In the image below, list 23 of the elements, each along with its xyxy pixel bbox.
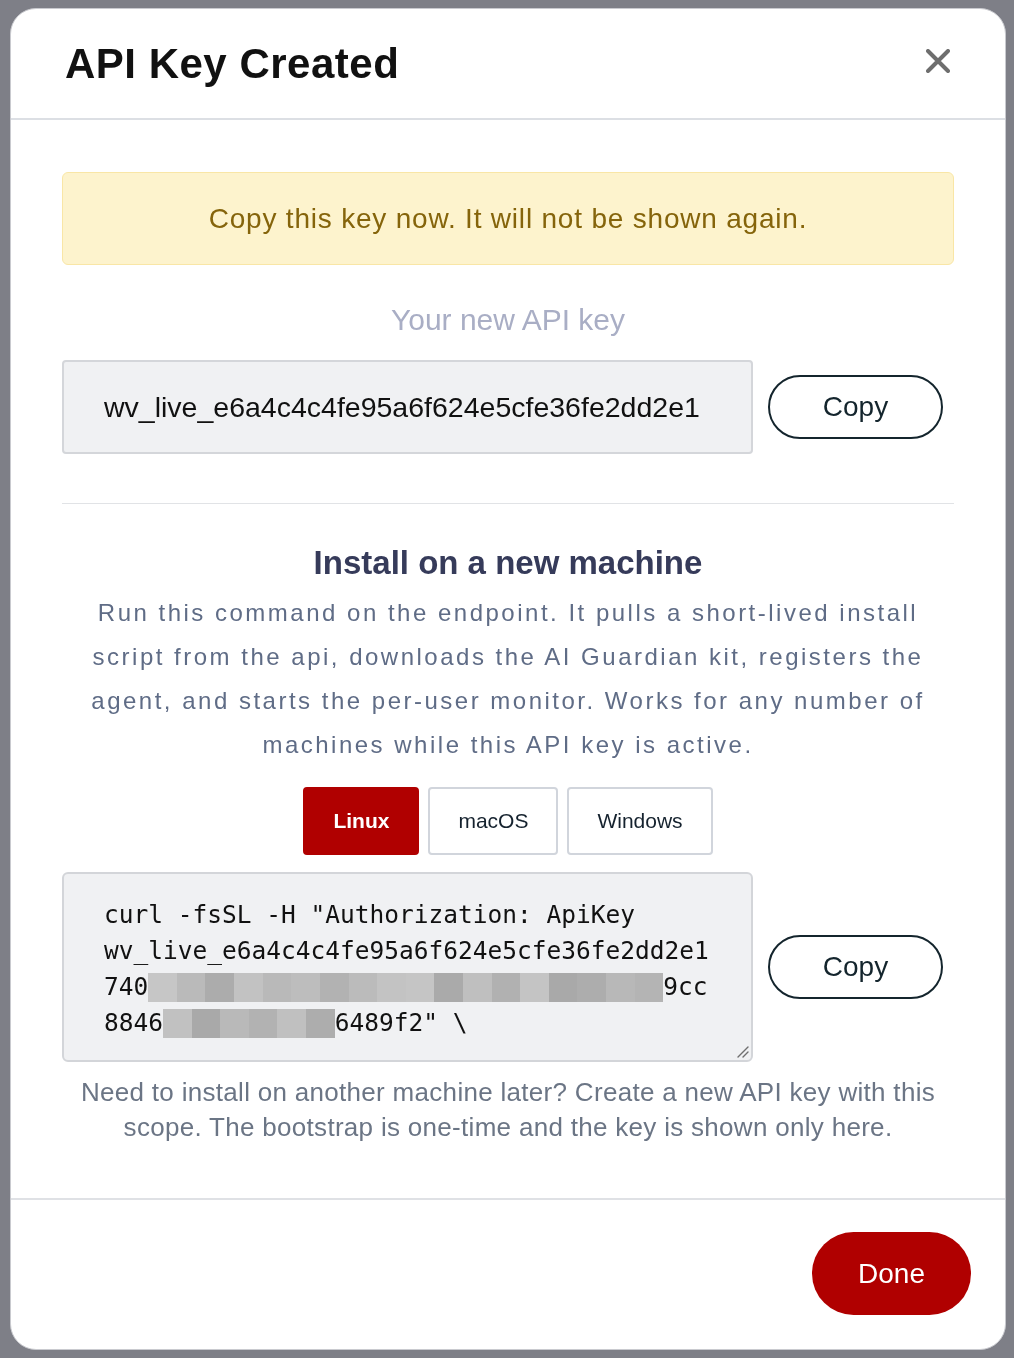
done-button[interactable]: Done xyxy=(812,1232,971,1315)
copy-button[interactable]: Copy xyxy=(768,375,943,439)
api-key-field[interactable]: wv_live_e6a4c4c4fe95a6f624e5cfe36fe2dd2e1 xyxy=(62,360,753,454)
copy-button[interactable]: Copy xyxy=(768,935,943,999)
help-note: Need to install on another machine later? Create a new API key with this scope. The bootstrap is one-time and the key is shown only here. xyxy=(79,1076,937,1144)
os-tab[interactable]: Linux xyxy=(303,787,420,855)
close-button[interactable] xyxy=(926,48,950,73)
dialog-title: API Key Created xyxy=(65,39,400,88)
command-field[interactable]: curl -fsSL -H "Authorization: ApiKey wv_live_e6a4c4c4fe95a6f624e5cfe36fe2dd2e1 740 9cc 8846 6489f2" \ xyxy=(62,872,753,1062)
section-heading: Install on a new machine xyxy=(312,544,704,582)
close-icon xyxy=(926,48,950,73)
command-text: curl -fsSL -H "Authorization: ApiKey xyxy=(104,899,635,931)
section-description: Run this command on the endpoint. It pulls a short-lived install script from the api, downloads the AI Guardian kit, registers the agent, and starts the per-user monitor. Works for any number of machines while this API key is active. xyxy=(90,598,926,760)
os-tab[interactable]: macOS xyxy=(428,787,559,855)
resize-handle-icon[interactable] xyxy=(735,1044,749,1058)
command-text: 8846 xyxy=(104,1007,163,1039)
alert-text: Copy this key now. It will not be shown again. xyxy=(208,202,808,235)
command-text: 6489f2" \ xyxy=(334,1007,468,1039)
os-tab[interactable]: Windows xyxy=(567,787,713,855)
command-text: 9cc xyxy=(663,971,708,1003)
command-text: wv_live_e6a4c4c4fe95a6f624e5cfe36fe2dd2e1 xyxy=(104,935,709,967)
command-text: 740 xyxy=(104,971,149,1003)
key-label: Your new API key xyxy=(389,302,626,338)
